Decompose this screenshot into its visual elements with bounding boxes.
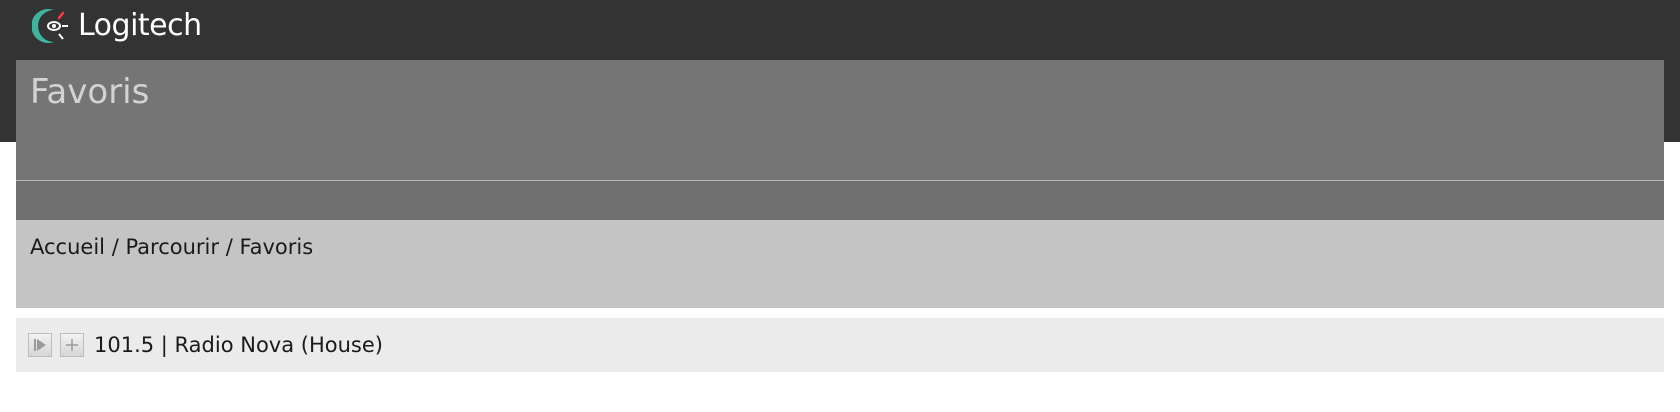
breadcrumb-home[interactable]: Accueil bbox=[30, 235, 105, 259]
header-panel: Favoris bbox=[16, 60, 1664, 181]
list-item[interactable]: 101.5 | Radio Nova (House) bbox=[28, 332, 383, 358]
subheader-bar bbox=[16, 181, 1664, 220]
play-icon bbox=[34, 339, 46, 351]
breadcrumb-separator: / bbox=[225, 235, 233, 259]
breadcrumb-current: Favoris bbox=[239, 235, 314, 259]
breadcrumb-browse[interactable]: Parcourir bbox=[125, 235, 219, 259]
plus-icon bbox=[66, 339, 78, 351]
page-title: Favoris bbox=[30, 72, 150, 112]
station-label[interactable]: 101.5 | Radio Nova (House) bbox=[94, 332, 383, 358]
logitech-logo-icon bbox=[32, 9, 68, 43]
breadcrumb-separator: / bbox=[111, 235, 119, 259]
add-button[interactable] bbox=[60, 333, 84, 357]
brand-name: Logitech bbox=[78, 8, 202, 43]
breadcrumb-trail: Accueil / Parcourir / Favoris bbox=[30, 232, 313, 262]
logitech-logo[interactable]: Logitech bbox=[32, 6, 202, 46]
favorites-list: 101.5 | Radio Nova (House) bbox=[16, 318, 1664, 372]
breadcrumb: Accueil / Parcourir / Favoris bbox=[16, 220, 1664, 308]
play-button[interactable] bbox=[28, 333, 52, 357]
